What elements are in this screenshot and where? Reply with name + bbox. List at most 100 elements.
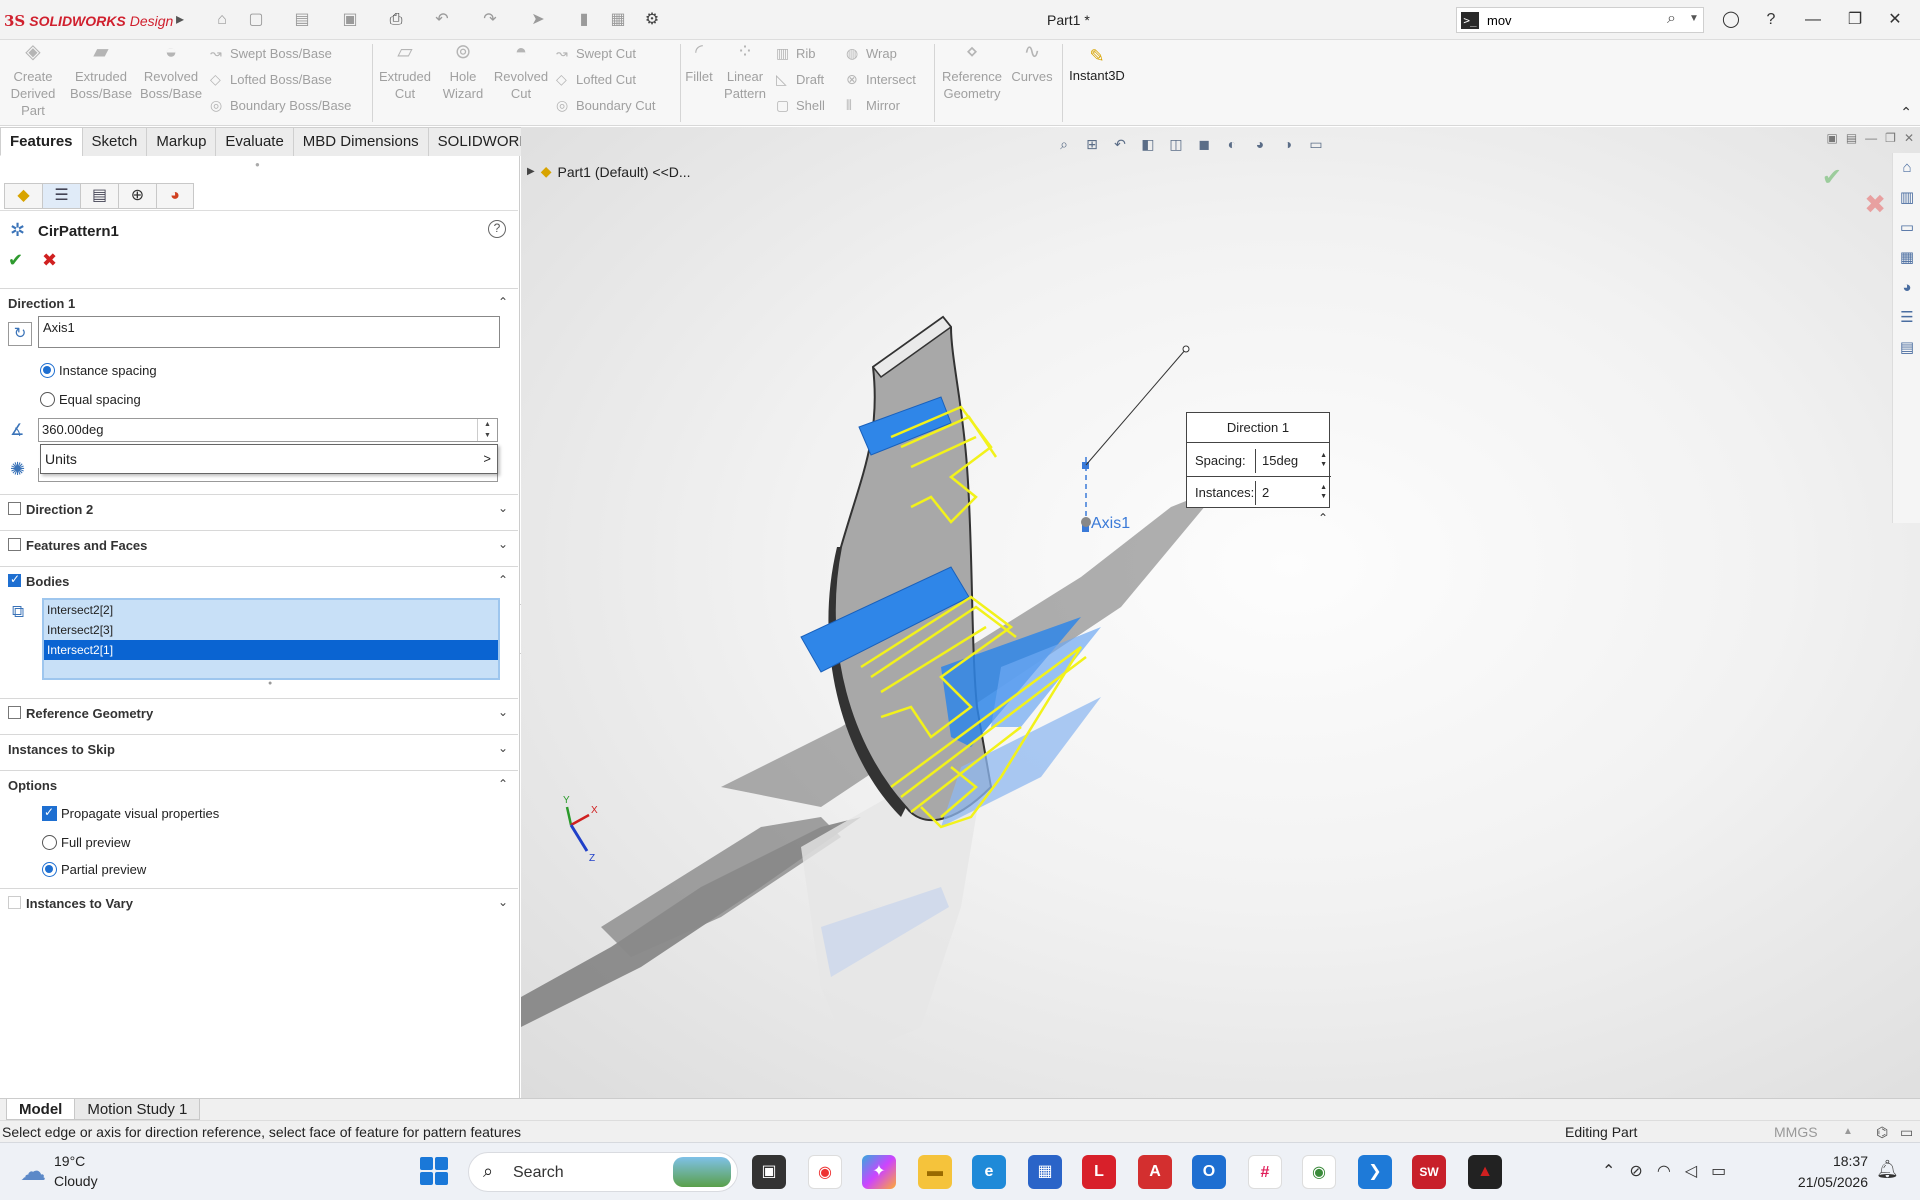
tab-features[interactable]: Features [0, 127, 83, 156]
rebuild-icon[interactable]: ▮ [574, 10, 594, 30]
instances-vary-checkbox[interactable] [8, 896, 21, 909]
restore-icon[interactable]: ❐ [1842, 8, 1868, 32]
solidworks-taskbar-icon[interactable]: SW [1412, 1155, 1446, 1189]
rebuild-status-icon[interactable]: ⌬ [1876, 1121, 1888, 1143]
bodies-checkbox[interactable] [8, 572, 21, 587]
section-reference-geometry[interactable]: Reference Geometry ⌄ [0, 698, 518, 726]
lofted-boss-button[interactable]: ◇ Lofted Boss/Base [210, 68, 332, 90]
instances-spinner-icon[interactable]: ▲ ▼ [1320, 483, 1327, 501]
chevron-up-icon[interactable]: ⌃ [498, 295, 508, 309]
swept-cut-button[interactable]: ↝ Swept Cut [556, 42, 636, 64]
volume-icon[interactable]: ◁ [1685, 1161, 1697, 1181]
ok-check-icon[interactable]: ✔ [8, 250, 23, 271]
model-graphics[interactable]: Axis1 Y X Z [521, 127, 1920, 1098]
linear-pattern-button[interactable]: ⁘ Linear Pattern [714, 42, 776, 102]
altium-icon[interactable]: ▲ [1468, 1155, 1502, 1189]
reverse-direction-icon[interactable]: ↻ [8, 322, 32, 346]
section-instances-to-vary[interactable]: Instances to Vary ⌄ [0, 888, 518, 916]
tab-markup[interactable]: Markup [146, 127, 217, 156]
axis-label[interactable]: Axis1 [1091, 515, 1130, 532]
features-faces-checkbox[interactable] [8, 538, 21, 551]
wifi-icon[interactable]: ◠ [1657, 1161, 1671, 1181]
chevron-down-icon[interactable]: ⌄ [498, 537, 508, 551]
outlook-icon[interactable]: O [1192, 1155, 1226, 1189]
callout-collapse-icon[interactable]: ⌃ [1318, 511, 1328, 525]
options-gear-icon[interactable]: ⚙ [642, 10, 662, 30]
extruded-boss-button[interactable]: ▰ Extruded Boss/Base [70, 42, 132, 102]
chevron-up-icon[interactable]: ⌃ [498, 573, 508, 587]
hole-wizard-button[interactable]: ⊚ Hole Wizard [432, 42, 494, 102]
direction-2-checkbox[interactable] [8, 502, 21, 515]
intersect-button[interactable]: ⊗ Intersect [846, 68, 916, 90]
instances-callout-input[interactable]: 2 [1255, 481, 1327, 505]
boundary-boss-button[interactable]: ◎ Boundary Boss/Base [210, 94, 351, 116]
section-direction-2[interactable]: Direction 2 ⌄ [0, 494, 518, 522]
chevron-up-icon[interactable]: ⌃ [498, 777, 508, 791]
tab-mbd-dimensions[interactable]: MBD Dimensions [292, 127, 429, 156]
tray-overflow-icon[interactable]: ⌃ [1602, 1161, 1615, 1181]
onedrive-offline-icon[interactable]: ⊘ [1629, 1161, 1642, 1181]
list-item[interactable]: Intersect2[1] [44, 640, 498, 660]
partial-preview-radio[interactable]: Partial preview [42, 859, 146, 879]
lofted-cut-button[interactable]: ◇ Lofted Cut [556, 68, 636, 90]
minimize-icon[interactable]: — [1800, 8, 1826, 32]
spacing-input[interactable]: 15deg [1255, 449, 1327, 473]
rib-button[interactable]: ▥ Rib [776, 42, 816, 64]
panel-grip-icon[interactable]: ● [255, 160, 260, 169]
task-view-icon[interactable]: ▣ [752, 1155, 786, 1189]
battery-icon[interactable]: ▭ [1711, 1161, 1726, 1181]
equal-spacing-radio[interactable]: Equal spacing [40, 389, 141, 409]
file-properties-icon[interactable]: ▦ [608, 10, 628, 30]
tab-model[interactable]: Model [6, 1099, 76, 1120]
direction-callout[interactable]: Direction 1 Spacing: 15deg ▲ ▼ Instances:… [1186, 412, 1331, 508]
draft-button[interactable]: ◺ Draft [776, 68, 824, 90]
property-manager-tab[interactable]: ☰ [42, 183, 80, 209]
home-icon[interactable]: ⌂ [212, 10, 232, 30]
full-preview-radio[interactable]: Full preview [42, 832, 130, 852]
configuration-manager-tab[interactable]: ▤ [80, 183, 118, 209]
curves-button[interactable]: ∿ Curves [1004, 42, 1060, 85]
notification-bell-icon[interactable]: 🔔︎ [1876, 1159, 1899, 1180]
edge-icon[interactable]: e [972, 1155, 1006, 1189]
account-icon[interactable]: ◯ [1718, 8, 1744, 32]
acrobat-icon[interactable]: A [1138, 1155, 1172, 1189]
section-features-and-faces[interactable]: Features and Faces ⌄ [0, 530, 518, 558]
list-item[interactable]: Intersect2[2] [44, 600, 498, 620]
comments-icon[interactable]: ▭ [1900, 1121, 1913, 1143]
print-icon[interactable]: ⎙ [386, 10, 406, 30]
close-icon[interactable]: ✕ [1882, 8, 1908, 32]
start-button[interactable] [420, 1157, 448, 1185]
search-icon[interactable]: ⌕ [1667, 10, 1676, 28]
mirror-button[interactable]: ⫴ Mirror [846, 94, 900, 116]
chevron-down-icon[interactable]: ⌄ [498, 705, 508, 719]
revolved-cut-button[interactable]: ◓ Revolved Cut [490, 42, 552, 102]
chevron-down-icon[interactable]: ⌄ [498, 895, 508, 909]
shell-button[interactable]: ▢ Shell [776, 94, 825, 116]
display-manager-tab[interactable]: ◕ [156, 183, 194, 209]
propagate-visual-properties-checkbox[interactable]: Propagate visual properties [42, 803, 219, 823]
collapse-ribbon-icon[interactable]: ⌃ [1900, 104, 1912, 121]
chrome-profile-icon[interactable]: ◉ [1302, 1155, 1336, 1189]
copilot-icon[interactable]: ✦ [862, 1155, 896, 1189]
graphics-area[interactable]: ⌕ ⊞ ↶ ◧ ◫ ◼ ◐ ◕ ◑ ▭ ▣ ▤ — ❐ ✕ ▶ ◆ Part1 … [521, 127, 1920, 1098]
new-document-icon[interactable]: ▢ [246, 10, 266, 30]
vscode-icon[interactable]: ❯ [1358, 1155, 1392, 1189]
units-dropdown-icon[interactable]: ▲ [1843, 1121, 1853, 1143]
section-direction-1[interactable]: Direction 1 ⌃ [0, 288, 518, 316]
open-icon[interactable]: ▤ [292, 10, 312, 30]
cancel-x-icon[interactable]: ✖ [42, 250, 57, 271]
redo-icon[interactable]: ↷ [480, 10, 500, 30]
wrap-button[interactable]: ◍ Wrap [846, 42, 897, 64]
tab-evaluate[interactable]: Evaluate [215, 127, 294, 156]
slack-icon[interactable]: # [1248, 1155, 1282, 1189]
extruded-cut-button[interactable]: ▱ Extruded Cut [374, 42, 436, 102]
create-derived-part-button[interactable]: ◈ Create Derived Part [2, 42, 64, 119]
swept-boss-button[interactable]: ↝ Swept Boss/Base [210, 42, 332, 64]
command-search-input[interactable] [1487, 11, 1637, 30]
list-item[interactable]: Intersect2[3] [44, 620, 498, 640]
angle-input[interactable]: 360.00deg ▲ ▼ [38, 418, 498, 442]
taskbar-search[interactable]: ⌕ Search [468, 1152, 738, 1192]
unit-system[interactable]: MMGS [1774, 1121, 1818, 1143]
chrome-icon[interactable]: ◉ [808, 1155, 842, 1189]
axis-selection-field[interactable]: Axis1 [38, 316, 500, 348]
